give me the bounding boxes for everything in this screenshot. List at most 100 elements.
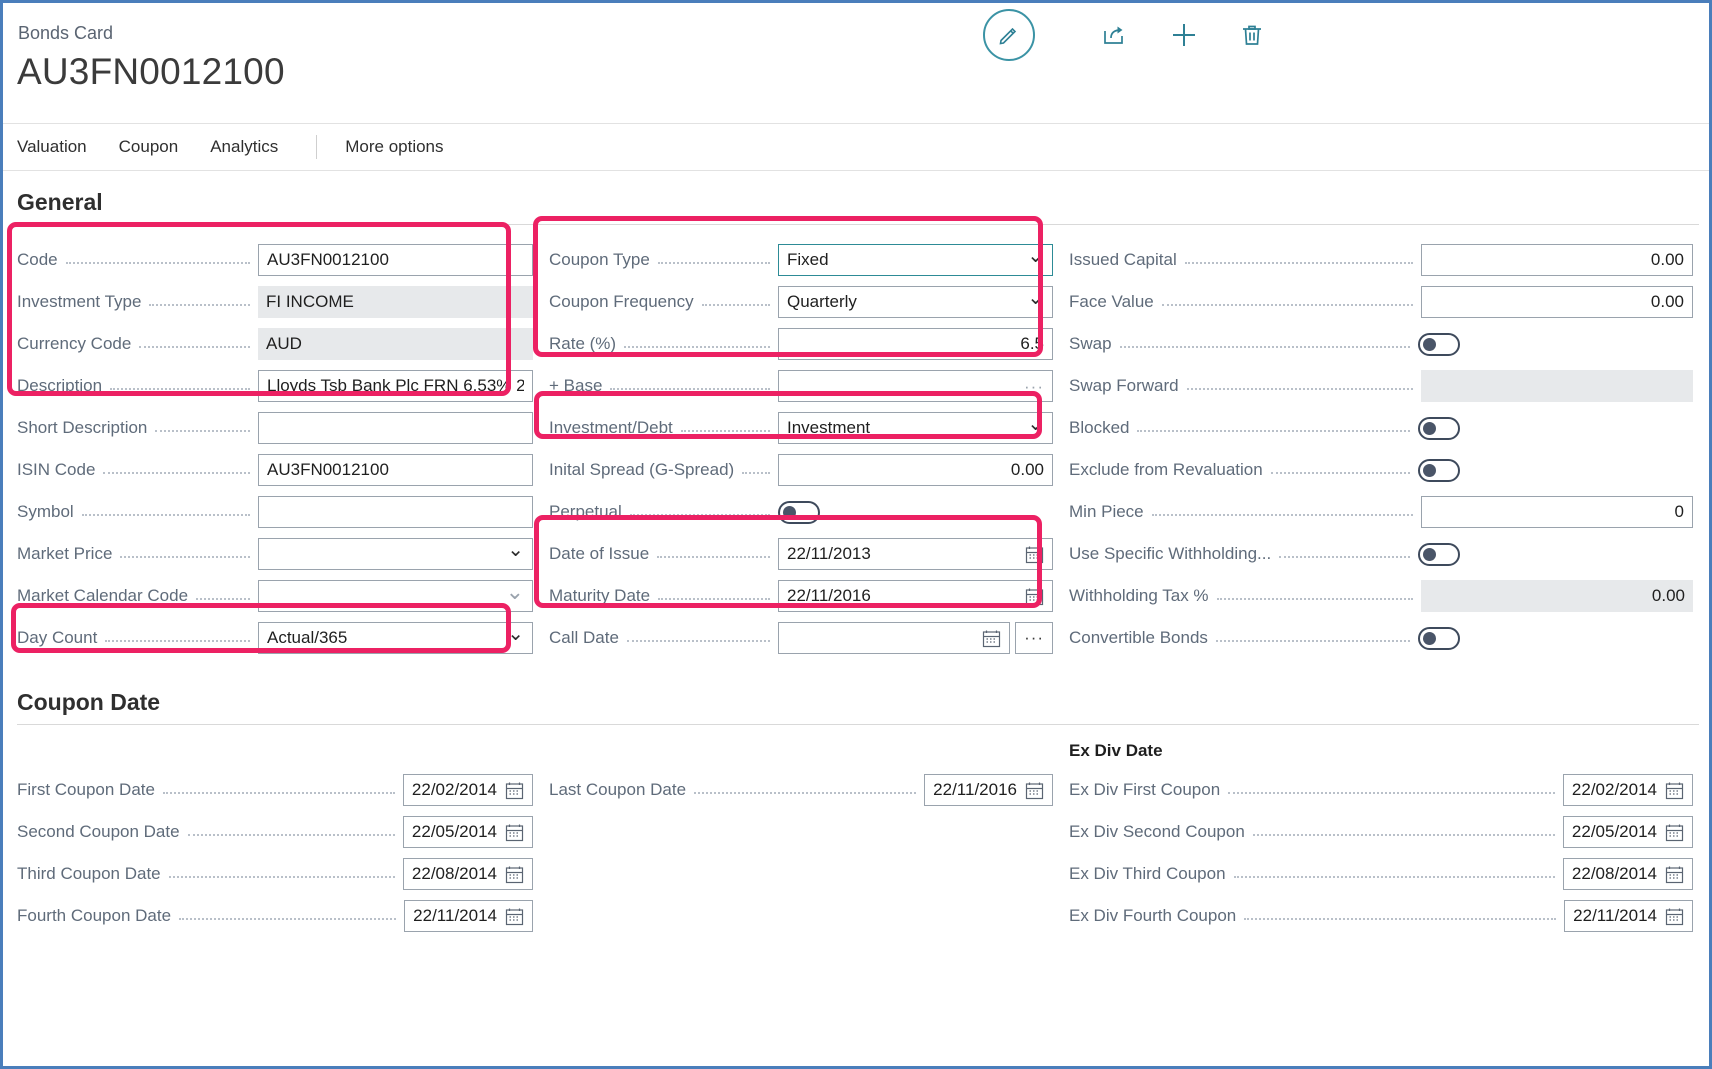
value-coupon-type: Fixed — [787, 250, 829, 269]
calendar-icon[interactable] — [1657, 907, 1684, 926]
field-control-fourth-coupon-date: 22/11/2014 — [404, 900, 533, 932]
value-isin-code: AU3FN0012100 — [267, 460, 389, 479]
action-coupon[interactable]: Coupon — [119, 137, 197, 157]
field-control-call-date: ··· — [778, 622, 1053, 654]
share-button[interactable] — [1088, 9, 1140, 61]
input-base[interactable]: ··· — [778, 370, 1053, 402]
field-row-ex-div-first-coupon: Ex Div First Coupon 22/02/2014 — [1069, 769, 1693, 811]
input-market-price[interactable]: ⌄ — [258, 538, 533, 570]
chevron-down-icon[interactable]: ⌄ — [499, 624, 524, 644]
input-face-value[interactable]: 0.00 — [1421, 286, 1693, 318]
field-leader-dots — [65, 252, 250, 264]
field-row-call-date: Call Date ··· — [549, 617, 1053, 659]
input-second-coupon-date[interactable]: 22/05/2014 — [402, 816, 533, 848]
input-code[interactable]: AU3FN0012100 — [258, 244, 533, 276]
chevron-down-icon[interactable]: ⌄ — [499, 540, 524, 560]
input-ex-div-fourth-coupon[interactable]: 22/11/2014 — [1564, 900, 1693, 932]
field-row-swap-forward: Swap Forward — [1069, 365, 1693, 407]
field-control-first-coupon-date: 22/02/2014 — [402, 774, 533, 806]
lookup-button-call-date[interactable]: ··· — [1015, 622, 1053, 654]
action-more-options[interactable]: More options — [345, 137, 461, 157]
field-control-maturity-date: 22/11/2016 — [778, 580, 1053, 612]
chevron-down-icon[interactable]: ⌄ — [1019, 288, 1044, 308]
field-control-investment-debt: Investment ⌄ — [778, 412, 1053, 444]
action-analytics[interactable]: Analytics — [210, 137, 296, 157]
calendar-icon[interactable] — [1657, 865, 1684, 884]
input-first-coupon-date[interactable]: 22/02/2014 — [402, 774, 533, 806]
calendar-icon[interactable] — [497, 781, 524, 800]
ellipsis-icon[interactable]: ··· — [1016, 378, 1044, 395]
chevron-down-icon[interactable]: ⌄ — [498, 581, 524, 603]
field-row-ex-div-third-coupon: Ex Div Third Coupon 22/08/2014 — [1069, 853, 1693, 895]
value-min-piece: 0 — [1674, 502, 1684, 521]
input-day-count[interactable]: Actual/365 ⌄ — [258, 622, 533, 654]
field-leader-dots — [694, 782, 917, 794]
input-call-date[interactable] — [778, 622, 1011, 654]
field-leader-dots — [629, 504, 770, 516]
field-row-investment-type: Investment Type FI INCOME — [17, 281, 533, 323]
input-last-coupon-date[interactable]: 22/11/2016 — [924, 774, 1053, 806]
calendar-icon[interactable] — [1017, 587, 1044, 606]
action-valuation[interactable]: Valuation — [17, 137, 105, 157]
input-ex-div-first-coupon[interactable]: 22/02/2014 — [1562, 774, 1693, 806]
toggle-convertible-bonds[interactable] — [1418, 626, 1460, 650]
input-rate[interactable]: 6.5 — [778, 328, 1053, 360]
input-symbol[interactable] — [258, 496, 533, 528]
toggle-use-specific-withholding[interactable] — [1418, 542, 1460, 566]
field-row-currency-code: Currency Code AUD — [17, 323, 533, 365]
input-investment-type: FI INCOME — [258, 286, 533, 318]
input-date-of-issue[interactable]: 22/11/2013 — [778, 538, 1053, 570]
calendar-icon[interactable] — [497, 907, 524, 926]
field-control-swap-forward — [1421, 370, 1693, 402]
input-third-coupon-date[interactable]: 22/08/2014 — [402, 858, 533, 890]
field-label-use-specific-withholding: Use Specific Withholding... — [1069, 544, 1272, 563]
input-coupon-type[interactable]: Fixed ⌄ — [778, 244, 1053, 276]
input-fourth-coupon-date[interactable]: 22/11/2014 — [404, 900, 533, 932]
chevron-down-icon[interactable]: ⌄ — [1019, 246, 1044, 266]
calendar-icon[interactable] — [497, 865, 524, 884]
input-maturity-date[interactable]: 22/11/2016 — [778, 580, 1053, 612]
new-button[interactable] — [1158, 9, 1210, 61]
calendar-icon[interactable] — [1657, 781, 1684, 800]
calendar-icon[interactable] — [1657, 823, 1684, 842]
field-label-maturity-date: Maturity Date — [549, 586, 651, 605]
input-investment-debt[interactable]: Investment ⌄ — [778, 412, 1053, 444]
field-label-investment-debt: Investment/Debt — [549, 418, 673, 437]
delete-button[interactable] — [1226, 9, 1278, 61]
toggle-exclude-from-revaluation[interactable] — [1418, 458, 1460, 482]
field-row-inital-spread-g-spread: Inital Spread (G-Spread) 0.00 — [549, 449, 1053, 491]
calendar-icon[interactable] — [1017, 781, 1044, 800]
calendar-icon[interactable] — [974, 629, 1001, 648]
field-row-second-coupon-date: Second Coupon Date 22/05/2014 — [17, 811, 533, 853]
field-row-issued-capital: Issued Capital 0.00 — [1069, 239, 1693, 281]
input-ex-div-third-coupon[interactable]: 22/08/2014 — [1562, 858, 1693, 890]
toggle-perpetual[interactable] — [778, 500, 820, 524]
edit-button[interactable] — [983, 9, 1035, 61]
toggle-swap[interactable] — [1418, 332, 1460, 356]
chevron-down-icon[interactable]: ⌄ — [1019, 414, 1044, 434]
calendar-icon[interactable] — [1017, 545, 1044, 564]
field-row-isin-code: ISIN Code AU3FN0012100 — [17, 449, 533, 491]
input-ex-div-second-coupon[interactable]: 22/05/2014 — [1562, 816, 1693, 848]
field-control-coupon-frequency: Quarterly ⌄ — [778, 286, 1053, 318]
field-control-market-calendar-code: ⌄ — [258, 580, 533, 612]
input-description[interactable]: Lloyds Tsb Bank Plc FRN 6.53% 22/11/ — [258, 370, 533, 402]
value-withholding-tax: 0.00 — [1651, 586, 1685, 605]
input-inital-spread-g-spread[interactable]: 0.00 — [778, 454, 1053, 486]
input-short-description[interactable] — [258, 412, 533, 444]
input-min-piece[interactable]: 0 — [1421, 496, 1693, 528]
field-leader-dots — [105, 630, 250, 642]
input-market-calendar-code[interactable]: ⌄ — [258, 580, 533, 612]
field-row-fourth-coupon-date: Fourth Coupon Date 22/11/2014 — [17, 895, 533, 937]
input-isin-code[interactable]: AU3FN0012100 — [258, 454, 533, 486]
input-coupon-frequency[interactable]: Quarterly ⌄ — [778, 286, 1053, 318]
field-label-perpetual: Perpetual — [549, 502, 622, 521]
field-leader-dots — [1137, 420, 1410, 432]
calendar-icon[interactable] — [497, 823, 524, 842]
field-leader-dots — [1233, 866, 1555, 878]
field-leader-dots — [1215, 630, 1410, 642]
field-label-market-calendar-code: Market Calendar Code — [17, 586, 189, 605]
toggle-blocked[interactable] — [1418, 416, 1460, 440]
field-leader-dots — [624, 336, 770, 348]
input-issued-capital[interactable]: 0.00 — [1421, 244, 1693, 276]
